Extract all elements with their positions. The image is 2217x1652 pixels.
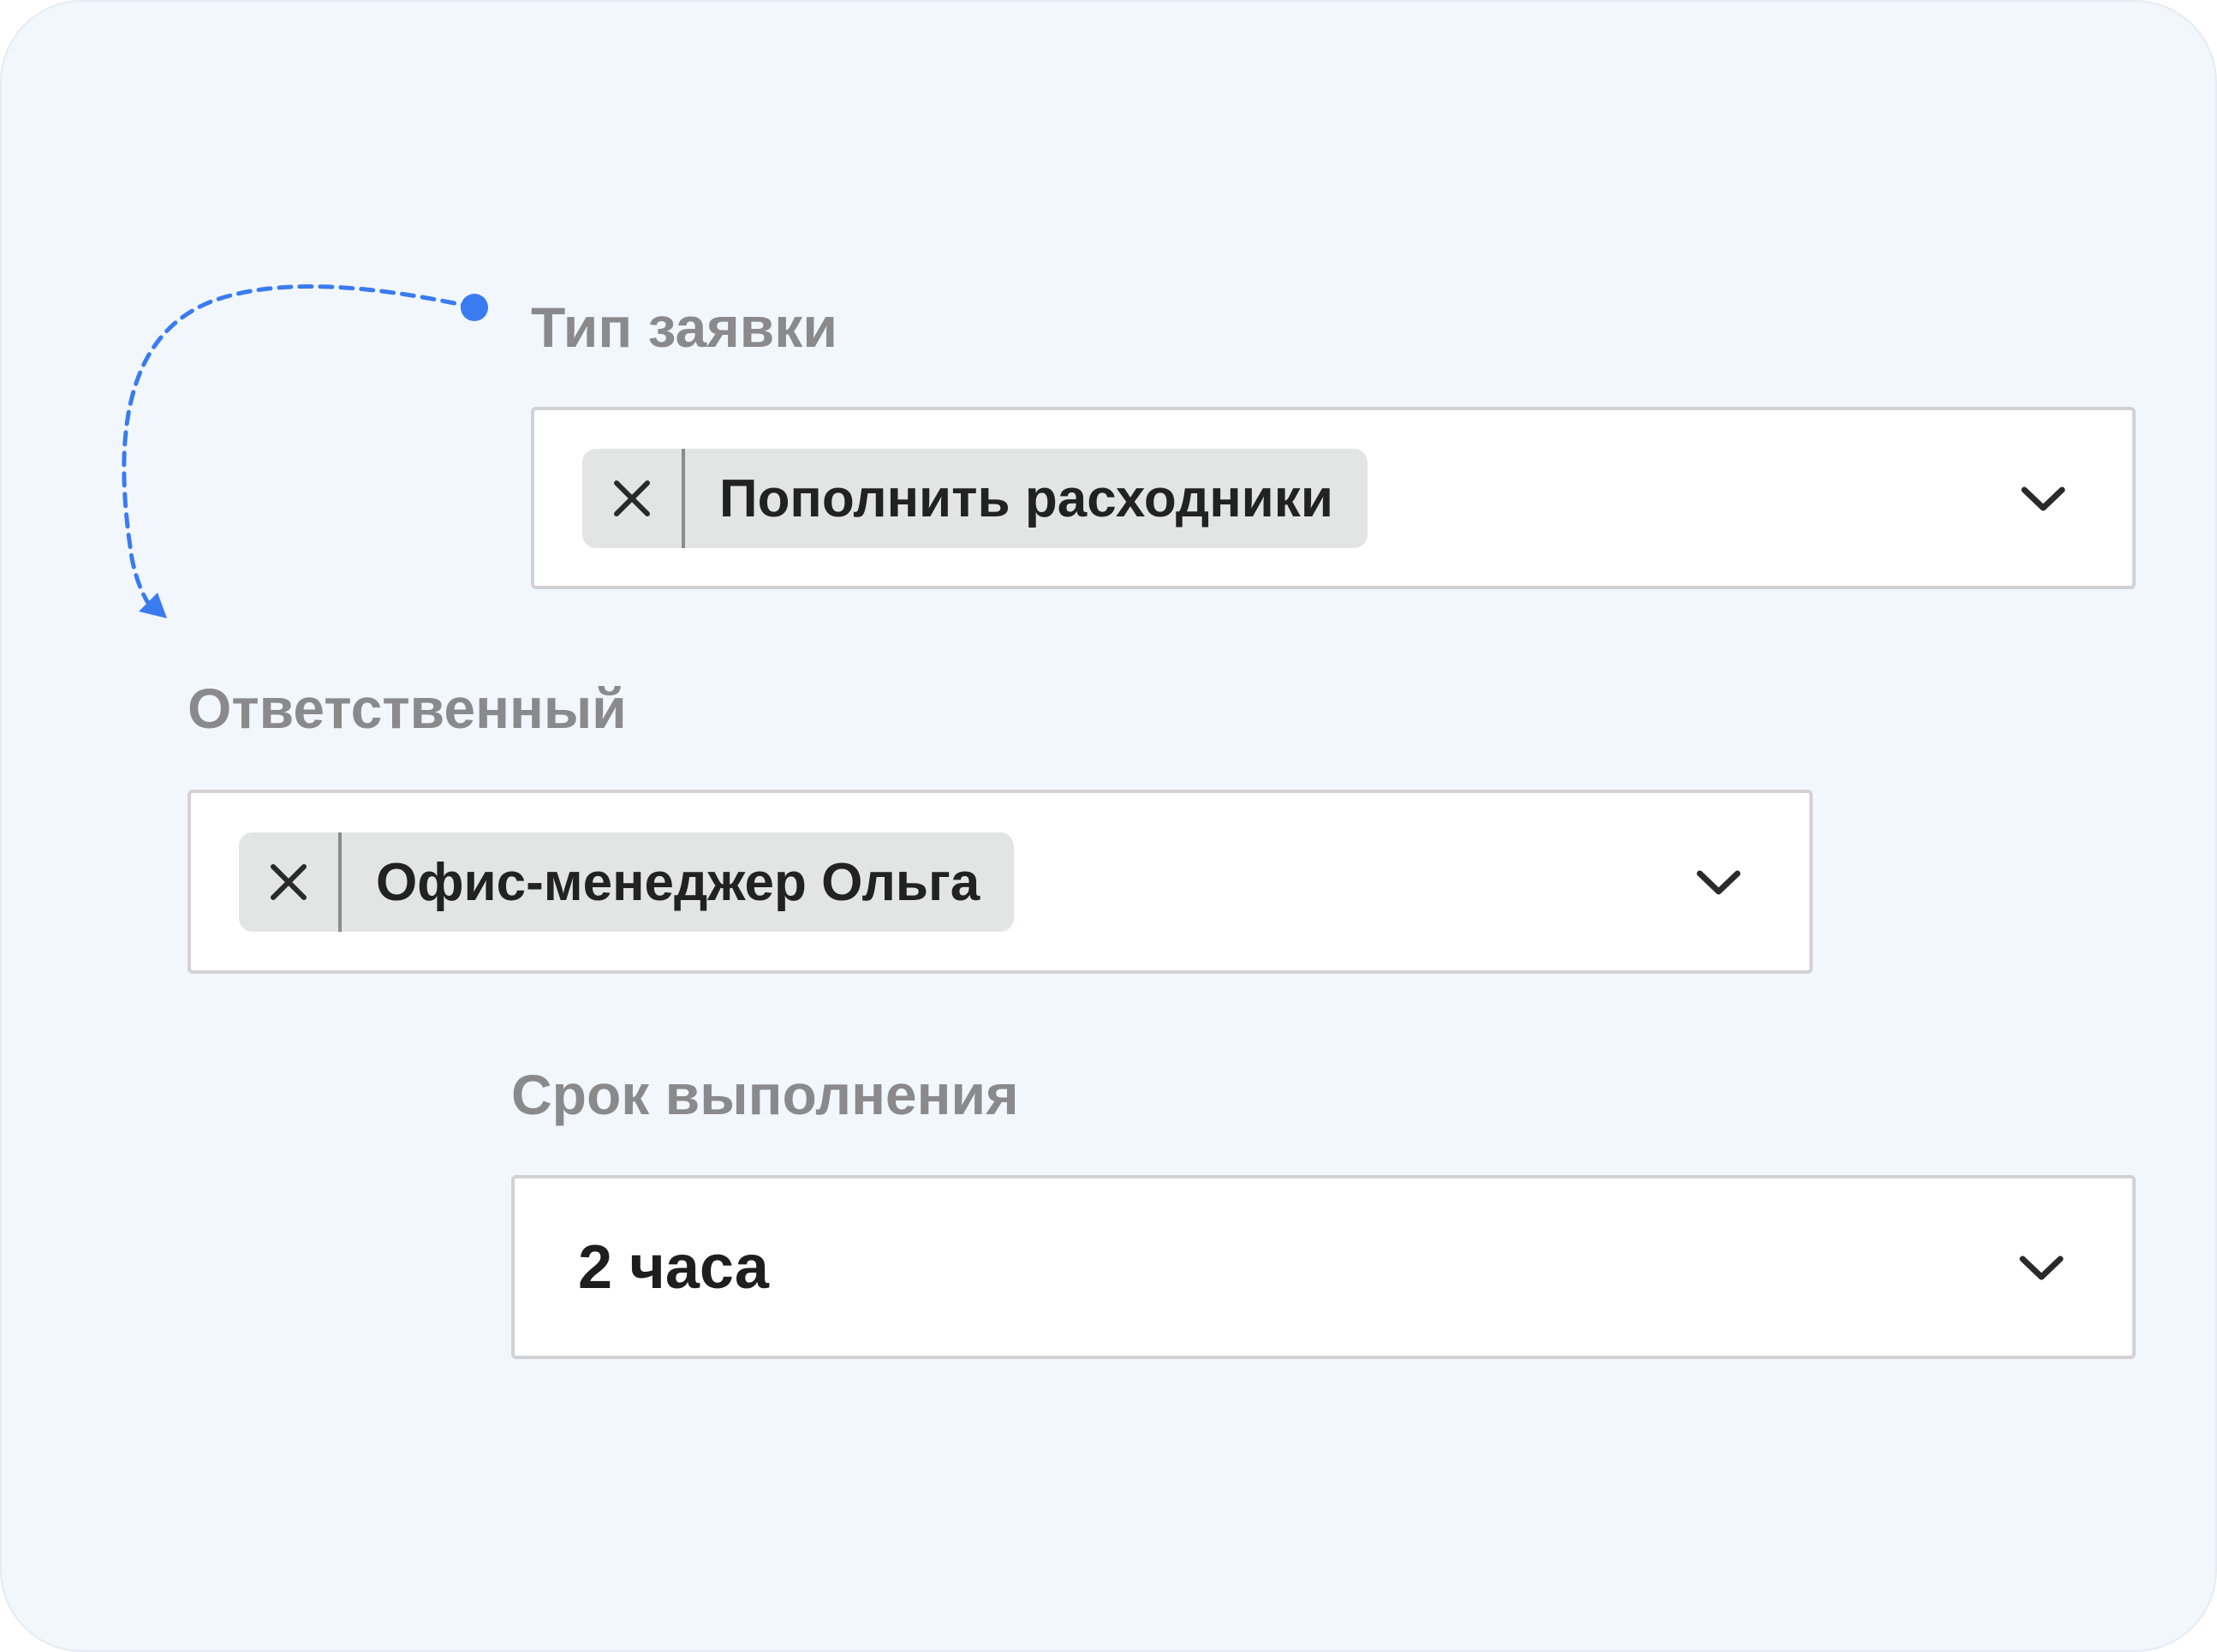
form-card: Тип заявки Пополнить расходники Ответств… xyxy=(0,0,2217,1652)
assignee-select[interactable]: Офис-менеджер Ольга xyxy=(188,790,1813,974)
close-icon xyxy=(614,480,650,516)
request-type-chip-label: Пополнить расходники xyxy=(719,468,1333,528)
request-type-select[interactable]: Пополнить расходники xyxy=(531,407,2136,589)
assignee-chip-label: Офис-менеджер Ольга xyxy=(376,852,980,912)
connector-start-dot xyxy=(461,294,488,321)
chevron-down-icon[interactable] xyxy=(1693,865,1744,899)
deadline-label: Срок выполнения xyxy=(511,1063,1019,1126)
close-icon xyxy=(271,864,307,900)
request-type-chip-remove-button[interactable] xyxy=(582,449,685,548)
assignee-label: Ответственный xyxy=(188,677,627,740)
assignee-chip-remove-button[interactable] xyxy=(239,832,342,932)
request-type-chip: Пополнить расходники xyxy=(582,449,1368,548)
deadline-value: 2 часа xyxy=(578,1232,769,1302)
chevron-down-icon[interactable] xyxy=(2016,1250,2067,1285)
assignee-chip: Офис-менеджер Ольга xyxy=(239,832,1015,932)
chevron-down-icon[interactable] xyxy=(2017,481,2069,516)
request-type-label: Тип заявки xyxy=(531,295,837,359)
deadline-select[interactable]: 2 часа xyxy=(511,1175,2136,1359)
